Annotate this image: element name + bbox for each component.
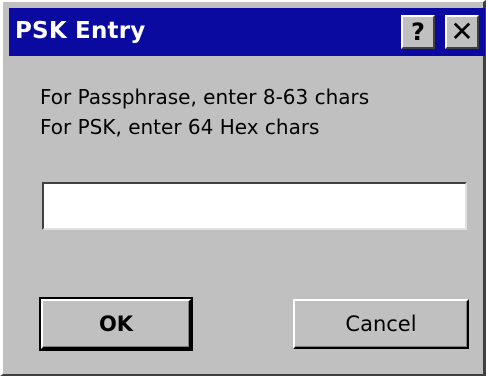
psk-input[interactable] <box>42 182 467 230</box>
cancel-button[interactable]: Cancel <box>293 299 469 349</box>
psk-entry-dialog: PSK Entry ? ✕ For Passphrase, enter 8-63… <box>0 0 486 376</box>
passphrase-instruction: For Passphrase, enter 8-63 chars <box>40 85 370 109</box>
ok-button[interactable]: OK <box>39 297 193 351</box>
title-bar[interactable]: PSK Entry ? ✕ <box>9 8 485 56</box>
close-button[interactable]: ✕ <box>445 15 479 49</box>
help-icon: ? <box>411 18 425 46</box>
help-button[interactable]: ? <box>401 15 435 49</box>
psk-instruction: For PSK, enter 64 Hex chars <box>40 115 320 139</box>
close-icon: ✕ <box>450 15 474 48</box>
window-title: PSK Entry <box>15 18 146 44</box>
